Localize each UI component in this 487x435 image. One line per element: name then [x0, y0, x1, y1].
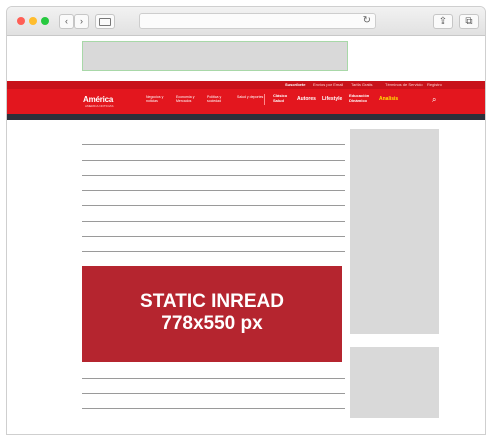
nav-item[interactable]: Economía y Mercados — [176, 95, 204, 103]
site-logo[interactable]: América — [83, 95, 113, 104]
close-window-button[interactable] — [17, 17, 25, 25]
reload-icon[interactable]: ↻ — [363, 14, 371, 28]
sidebar-ad-placeholder — [350, 347, 439, 418]
nav-brand-link[interactable]: Lifestyle — [322, 96, 342, 102]
text-line-placeholder — [82, 221, 345, 222]
text-line-placeholder — [82, 160, 345, 161]
nav-divider — [264, 94, 265, 105]
utility-link[interactable]: Registro — [427, 82, 442, 87]
nav-highlight-link[interactable]: Analisis — [379, 96, 398, 102]
minimize-window-button[interactable] — [29, 17, 37, 25]
nav-item[interactable]: Salud y deportes — [237, 95, 265, 99]
forward-icon[interactable]: › — [74, 14, 89, 29]
tabs-overview-icon[interactable]: ⧉ — [459, 14, 479, 29]
utility-link[interactable]: Envíos por Email — [313, 82, 343, 87]
text-line-placeholder — [82, 190, 345, 191]
inread-ad[interactable]: STATIC INREAD 778x550 px — [82, 266, 342, 362]
inread-ad-title: STATIC INREAD — [140, 291, 284, 312]
sidebar-toggle-icon[interactable] — [95, 14, 115, 29]
text-line-placeholder — [82, 144, 345, 145]
address-bar[interactable]: ↻ — [139, 13, 376, 29]
search-icon[interactable]: ⌕ — [432, 95, 436, 105]
nav-brand-link[interactable]: Autores — [297, 96, 316, 102]
inread-ad-label: STATIC INREAD 778x550 px — [82, 291, 342, 335]
zoom-window-button[interactable] — [41, 17, 49, 25]
top-ad-placeholder — [82, 41, 348, 71]
nav-brand-link[interactable]: Educación Dinámico — [349, 93, 371, 103]
site-logo-subtitle: AMERICA NOTICIAS — [85, 104, 114, 108]
inread-ad-size: 778x550 px — [161, 313, 263, 334]
browser-window: ‹ › ↻ ⇪ ⧉ Suscríbete Envíos por Email Ta… — [6, 6, 486, 435]
back-icon[interactable]: ‹ — [59, 14, 74, 29]
utility-link[interactable]: Suscríbete — [285, 82, 305, 87]
share-icon[interactable]: ⇪ — [433, 14, 453, 29]
text-line-placeholder — [82, 175, 345, 176]
text-line-placeholder — [82, 236, 345, 237]
web-page: Suscríbete Envíos por Email Tarifa Grati… — [7, 36, 485, 434]
text-line-placeholder — [82, 393, 345, 394]
text-line-placeholder — [82, 205, 345, 206]
utility-link[interactable]: Términos de Servicio — [385, 82, 423, 87]
text-line-placeholder — [82, 378, 345, 379]
site-header: Suscríbete Envíos por Email Tarifa Grati… — [7, 81, 485, 114]
sidebar-ad-placeholder — [350, 129, 439, 334]
text-line-placeholder — [82, 251, 345, 252]
nav-item[interactable]: Negocios y noticias — [146, 95, 174, 103]
nav-item[interactable]: Política y sociedad — [207, 95, 235, 103]
browser-toolbar: ‹ › ↻ ⇪ ⧉ — [7, 7, 485, 36]
utility-bar: Suscríbete Envíos por Email Tarifa Grati… — [7, 81, 485, 89]
utility-link[interactable]: Tarifa Gratis — [351, 82, 373, 87]
text-line-placeholder — [82, 408, 345, 409]
nav-brand-link[interactable]: Clásico Salud — [273, 93, 289, 103]
header-divider-bar — [7, 114, 485, 120]
